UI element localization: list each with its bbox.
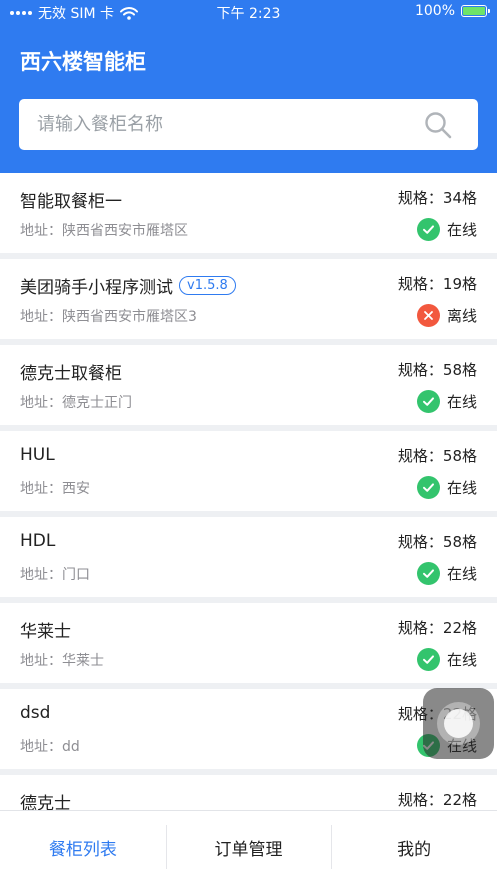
cabinet-name-text: HDL (20, 531, 56, 551)
cabinet-address: 地址：dd (20, 739, 80, 755)
cabinet-name-text: 德克士 (20, 794, 71, 810)
cabinet-address: 地址：陕西省西安市雁塔区 (20, 223, 188, 239)
tab-cabinet-list[interactable]: 餐柜列表 (0, 811, 166, 883)
status-indicator: 在线 (416, 562, 477, 585)
status-indicator: 在线 (416, 476, 477, 499)
cabinet-spec: 规格：19格 (397, 275, 477, 293)
header: 无效 SIM 卡 下午 2:23 100% 西六楼智能柜 (0, 0, 497, 173)
tab-bar: 餐柜列表 订单管理 我的 (0, 810, 497, 883)
cabinet-spec: 规格：22格 (397, 791, 477, 809)
cabinet-card[interactable]: 智能取餐柜一地址：陕西省西安市雁塔区 规格：34格在线 (0, 173, 497, 253)
check-icon (416, 476, 440, 499)
status-label: 离线 (446, 307, 477, 325)
cabinet-card[interactable]: 华莱士地址：华莱士 规格：22格在线 (0, 603, 497, 683)
cabinet-name: HDL (20, 531, 55, 551)
cabinet-spec: 规格：34格 (397, 189, 477, 207)
cabinet-address: 地址：西安 (20, 481, 90, 497)
battery-icon (461, 5, 490, 17)
cabinet-name-text: HUL (20, 445, 55, 465)
status-label: 在线 (446, 651, 477, 669)
status-label: 在线 (446, 393, 477, 411)
cabinet-name-text: 美团骑手小程序测试 (20, 278, 173, 298)
cabinet-name: HUL (20, 445, 55, 465)
status-label: 在线 (446, 479, 477, 497)
cabinet-name: 智能取餐柜一 (20, 187, 122, 212)
status-indicator: 在线 (416, 218, 477, 241)
cabinet-name: 美团骑手小程序测试 v1.5.8 (20, 273, 236, 298)
version-badge: v1.5.8 (179, 276, 236, 295)
tab-profile[interactable]: 我的 (331, 811, 497, 883)
cabinet-name: dsd (20, 703, 50, 723)
cabinet-name: 德克士取餐柜 (20, 359, 122, 384)
check-icon (416, 562, 440, 585)
assistive-touch-button[interactable] (423, 688, 494, 759)
cabinet-spec: 规格：22格 (397, 619, 477, 637)
status-indicator: 在线 (416, 390, 477, 413)
status-bar: 无效 SIM 卡 下午 2:23 100% (0, 0, 497, 24)
battery-percent: 100% (414, 3, 455, 19)
cabinet-address: 地址：陕西省西安市雁塔区3 (20, 309, 197, 325)
check-icon (416, 218, 440, 241)
cabinet-spec: 规格：58格 (397, 447, 477, 465)
cabinet-name: 华莱士 (20, 617, 71, 642)
tab-order-management[interactable]: 订单管理 (165, 811, 332, 883)
cabinet-spec: 规格：58格 (397, 533, 477, 551)
cabinet-name: 德克士 (20, 789, 71, 810)
cabinet-name-text: 智能取餐柜一 (20, 192, 122, 212)
cabinet-card[interactable]: 德克士 规格：22格 (0, 775, 497, 810)
check-icon (416, 648, 440, 671)
cabinet-name-text: 华莱士 (20, 622, 71, 642)
cabinet-address: 地址：德克士正门 (20, 395, 132, 411)
cabinet-card[interactable]: 德克士取餐柜地址：德克士正门 规格：58格在线 (0, 345, 497, 425)
cabinet-address: 地址：华莱士 (20, 653, 104, 669)
page-title: 西六楼智能柜 (20, 50, 146, 74)
cabinet-address: 地址：门口 (20, 567, 90, 583)
status-indicator: 在线 (416, 648, 477, 671)
status-label: 在线 (446, 565, 477, 583)
cabinet-name-text: dsd (20, 703, 51, 723)
cabinet-name-text: 德克士取餐柜 (20, 364, 122, 384)
search-icon[interactable] (424, 111, 452, 139)
cabinet-card[interactable]: HDL 地址：门口 规格：58格在线 (0, 517, 497, 597)
search-bar[interactable] (19, 99, 478, 150)
search-input[interactable] (37, 99, 417, 150)
cabinet-spec: 规格：58格 (397, 361, 477, 379)
cross-icon (416, 304, 440, 327)
status-label: 在线 (446, 221, 477, 239)
cabinet-card[interactable]: 美团骑手小程序测试 v1.5.8 地址：陕西省西安市雁塔区3 规格：19格离线 (0, 259, 497, 339)
check-icon (416, 390, 440, 413)
cabinet-card[interactable]: HUL 地址：西安 规格：58格在线 (0, 431, 497, 511)
status-indicator: 离线 (416, 304, 477, 327)
